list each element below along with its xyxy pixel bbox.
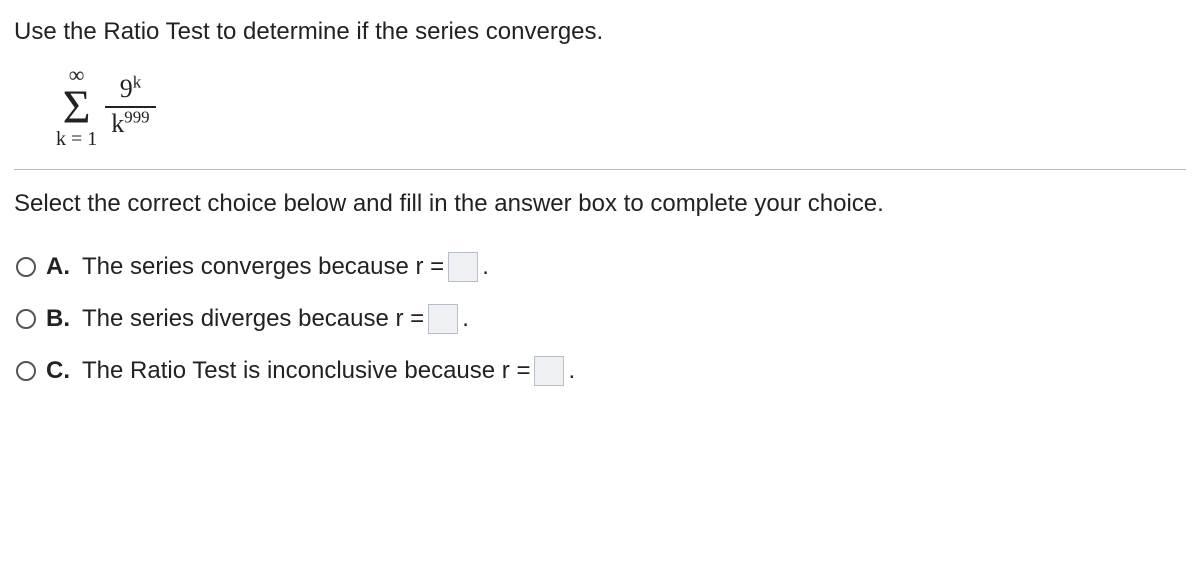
answer-box-c[interactable] <box>534 356 564 386</box>
choice-text-c: The Ratio Test is inconclusive because r… <box>82 356 575 386</box>
choice-text-b: The series diverges because r = . <box>82 304 469 334</box>
choice-a[interactable]: A. The series converges because r = . <box>16 252 1186 282</box>
answer-box-a[interactable] <box>448 252 478 282</box>
radio-b[interactable] <box>16 309 36 329</box>
radio-c[interactable] <box>16 361 36 381</box>
fraction: 9k k999 <box>105 75 155 138</box>
choice-c[interactable]: C. The Ratio Test is inconclusive becaus… <box>16 356 1186 386</box>
choice-text-a: The series converges because r = . <box>82 252 489 282</box>
denominator: k999 <box>105 108 155 139</box>
choice-letter-a: A. <box>46 253 72 281</box>
choice-b[interactable]: B. The series diverges because r = . <box>16 304 1186 334</box>
series-formula: ∞ Σ k = 1 9k k999 <box>14 64 1186 149</box>
numerator: 9k <box>114 75 147 106</box>
choice-letter-b: B. <box>46 305 72 333</box>
instruction-text: Select the correct choice below and fill… <box>14 190 1186 218</box>
answer-box-b[interactable] <box>428 304 458 334</box>
choice-letter-c: C. <box>46 357 72 385</box>
choices-group: A. The series converges because r = . B.… <box>14 252 1186 386</box>
question-container: Use the Ratio Test to determine if the s… <box>0 0 1200 422</box>
sigma-lower-limit: k = 1 <box>56 129 97 149</box>
radio-a[interactable] <box>16 257 36 277</box>
question-text: Use the Ratio Test to determine if the s… <box>14 18 1186 46</box>
sigma-symbol: Σ <box>63 86 91 129</box>
sigma-block: ∞ Σ k = 1 <box>56 64 97 149</box>
divider <box>14 169 1186 170</box>
